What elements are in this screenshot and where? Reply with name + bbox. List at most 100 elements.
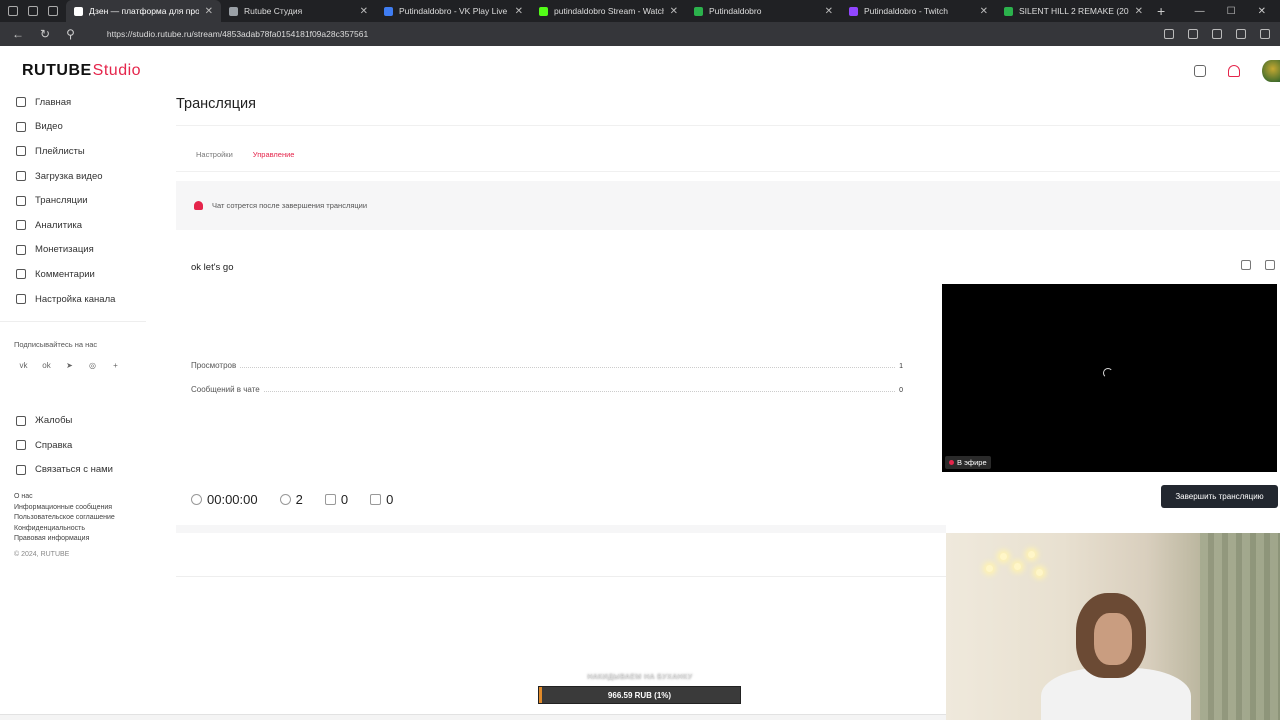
profile-icon[interactable] <box>8 6 18 16</box>
sidebar-item-video[interactable]: Видео <box>0 115 150 140</box>
page-title: Трансляция <box>176 96 256 112</box>
stream-preview-player[interactable]: В эфире <box>942 284 1277 472</box>
browser-tab-4[interactable]: Putindaldobro ✕ <box>686 0 841 22</box>
footer-link[interactable]: Информационные сообщения <box>14 503 150 514</box>
curtain-image <box>1200 533 1280 720</box>
tab-management[interactable]: Управление <box>253 150 295 159</box>
browser-tab-1[interactable]: Rutube Студия ✕ <box>221 0 376 22</box>
tab-favicon-icon <box>74 6 83 16</box>
url-field[interactable]: https://studio.rutube.ru/stream/4853adab… <box>94 25 1156 43</box>
monetization-icon <box>16 244 26 255</box>
back-icon[interactable]: ← <box>12 27 24 41</box>
telegram-icon[interactable]: ➤ <box>65 361 74 370</box>
donation-goal-bar: 966.59 RUB (1%) <box>538 686 741 704</box>
footer-link[interactable]: О нас <box>14 492 150 503</box>
tab-close-icon[interactable]: ✕ <box>515 6 523 17</box>
tab-favicon-icon <box>539 6 548 16</box>
tab-close-icon[interactable]: ✕ <box>825 6 833 17</box>
browser-tab-5[interactable]: Putindaldobro - Twitch ✕ <box>841 0 996 22</box>
maximize-icon[interactable]: ☐ <box>1227 6 1236 17</box>
browser-tab-6[interactable]: SILENT HILL 2 REMAKE (2024) на ✕ <box>996 0 1151 22</box>
tab-close-icon[interactable]: ✕ <box>205 6 213 17</box>
tab-favicon-icon <box>384 6 393 16</box>
tab-actions-icon[interactable] <box>48 6 58 16</box>
bottom-scroll-strip <box>0 714 946 720</box>
section-divider <box>176 576 946 577</box>
browser-address-bar: ← ↻ ⚲ https://studio.rutube.ru/stream/48… <box>0 22 1280 46</box>
sidebar-item-label: Комментарии <box>35 268 95 280</box>
tab-title: Putindaldobro - Twitch <box>864 6 948 16</box>
rutube-studio-logo[interactable]: RUTUBEStudio <box>22 62 141 80</box>
end-stream-button[interactable]: Завершить трансляцию <box>1161 485 1278 508</box>
tab-favicon-icon <box>849 6 858 16</box>
avatar[interactable] <box>1262 60 1280 82</box>
settings-icon[interactable] <box>1236 29 1246 39</box>
loading-spinner-icon <box>1103 368 1113 378</box>
workspaces-icon[interactable] <box>28 6 38 16</box>
browser-tab-3[interactable]: putindaldobro Stream - Watch Li ✕ <box>531 0 686 22</box>
bookmark-icon[interactable] <box>1164 29 1174 39</box>
footer-link[interactable]: Пользовательское соглашение <box>14 513 150 524</box>
new-tab-icon[interactable]: + <box>1151 3 1171 19</box>
vk-icon[interactable]: vk <box>19 361 28 370</box>
sidebar-item-help[interactable]: Справка <box>0 433 150 458</box>
add-content-icon[interactable] <box>1194 65 1206 77</box>
flag-icon <box>16 415 26 426</box>
sidebar-item-comments[interactable]: Комментарии <box>0 262 150 287</box>
tab-settings[interactable]: Настройки <box>196 150 233 159</box>
sidebar-item-monetization[interactable]: Монетизация <box>0 238 150 263</box>
notifications-icon[interactable] <box>1228 65 1240 77</box>
dzen-icon[interactable]: ◎ <box>88 361 97 370</box>
broadcast-icon <box>16 195 26 206</box>
sidebar-item-broadcasts[interactable]: Трансляции <box>0 188 150 213</box>
ok-icon[interactable]: ok <box>42 361 51 370</box>
live-badge-label: В эфире <box>957 458 987 467</box>
viewers-counter: 2 <box>279 492 303 507</box>
browser-tab-2[interactable]: Putindaldobro - VK Play Live ✕ <box>376 0 531 22</box>
thumbs-up-icon <box>324 494 336 505</box>
live-dot-icon <box>949 460 954 465</box>
tab-favicon-icon <box>694 6 703 16</box>
sidebar-item-complaints[interactable]: Жалобы <box>0 408 150 433</box>
sidebar-item-channel-settings[interactable]: Настройка канала <box>0 287 150 312</box>
stat-label: Сообщений в чате <box>191 385 260 394</box>
extension-logo-icon[interactable] <box>1260 29 1270 39</box>
likes-value: 0 <box>340 492 349 507</box>
open-external-icon[interactable] <box>1265 260 1275 270</box>
tab-favicon-icon <box>229 6 238 16</box>
sidebar-item-label: Аналитика <box>35 219 83 231</box>
stat-row-views: Просмотров 1 <box>191 361 903 385</box>
streamer-face-image <box>1094 613 1132 665</box>
sidebar-item-playlists[interactable]: Плейлисты <box>0 139 150 164</box>
help-icon <box>16 440 26 451</box>
sidebar-item-home[interactable]: Главная <box>0 90 150 115</box>
sidebar-item-contact[interactable]: Связаться с нами <box>0 458 150 483</box>
sidebar-item-label: Плейлисты <box>35 145 85 157</box>
logo-sub: Studio <box>92 62 142 79</box>
footer-link[interactable]: Правовая информация <box>14 534 150 545</box>
tab-close-icon[interactable]: ✕ <box>1135 6 1143 17</box>
sidebar-item-analytics[interactable]: Аналитика <box>0 213 150 238</box>
window-controls: — ☐ ✕ <box>1195 6 1280 17</box>
site-info-icon[interactable]: ⚲ <box>66 27 75 41</box>
chat-notice: Чат сотрется после завершения трансляции <box>176 181 1280 230</box>
footer-links: О нас Информационные сообщения Пользоват… <box>0 492 150 560</box>
video-icon <box>16 121 26 132</box>
share-icon[interactable] <box>1241 260 1251 270</box>
extensions-icon[interactable] <box>1212 29 1222 39</box>
dislikes-value: 0 <box>386 492 394 507</box>
footer-link[interactable]: Конфиденциальность <box>14 524 150 535</box>
tab-close-icon[interactable]: ✕ <box>980 6 988 17</box>
reload-icon[interactable]: ↻ <box>40 27 50 41</box>
tab-title: Putindaldobro - VK Play Live <box>399 6 508 16</box>
minimize-icon[interactable]: — <box>1195 6 1205 17</box>
tab-close-icon[interactable]: ✕ <box>360 6 368 17</box>
tab-close-icon[interactable]: ✕ <box>670 6 678 17</box>
browser-tab-0[interactable]: Дзен — платформа для просмотра ✕ <box>66 0 221 22</box>
stream-stats: Просмотров 1 Сообщений в чате 0 <box>191 361 903 409</box>
channel-settings-icon <box>16 294 26 305</box>
more-socials-icon[interactable]: + <box>111 361 120 370</box>
close-window-icon[interactable]: ✕ <box>1258 6 1266 17</box>
sidebar-item-upload[interactable]: Загрузка видео <box>0 164 150 189</box>
sidebar-toggle-icon[interactable] <box>1188 29 1198 39</box>
